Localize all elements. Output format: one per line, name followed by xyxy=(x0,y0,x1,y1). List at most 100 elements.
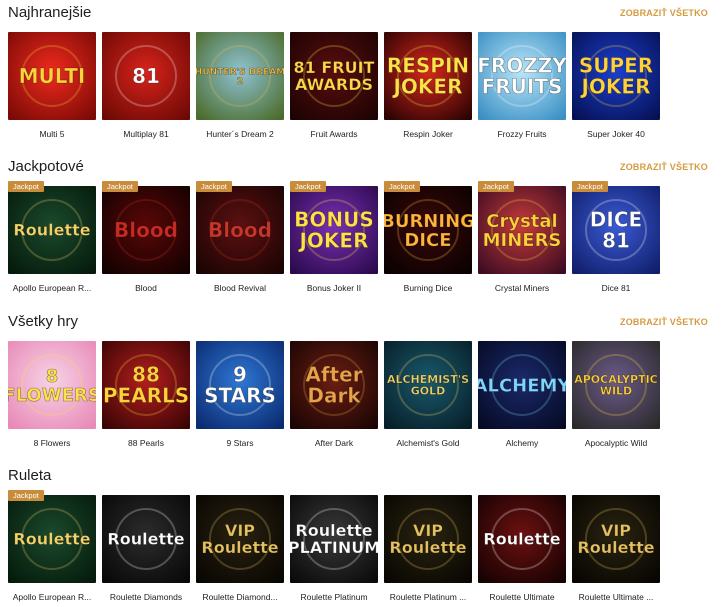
game-title[interactable]: Frozzy Fruits xyxy=(478,129,566,139)
show-all-link[interactable]: ZOBRAZIŤ VŠETKO xyxy=(620,162,708,172)
game-tile[interactable]: RESPIN JOKER Respin Joker xyxy=(384,32,472,139)
game-title[interactable]: Apollo European R... xyxy=(8,283,96,293)
game-thumbnail[interactable]: BURNING DICE xyxy=(384,186,472,274)
game-thumbnail[interactable]: 9 STARS xyxy=(196,341,284,429)
game-title[interactable]: After Dark xyxy=(290,438,378,448)
section-3: Ruleta Roulette Jackpot Apollo European R..… xyxy=(0,467,721,607)
game-tile[interactable]: ALCHEMY Alchemy xyxy=(478,341,566,448)
game-thumbnail[interactable]: VIP Roulette xyxy=(572,495,660,583)
game-title[interactable]: 8 Flowers xyxy=(8,438,96,448)
game-tile[interactable]: VIP Roulette Roulette Platinum ... xyxy=(384,495,472,602)
game-tile[interactable]: 81 FRUIT AWARDS Fruit Awards xyxy=(290,32,378,139)
game-artwork: Roulette xyxy=(8,186,96,274)
game-thumbnail[interactable]: RESPIN JOKER xyxy=(384,32,472,120)
game-title[interactable]: Crystal Miners xyxy=(478,283,566,293)
game-title[interactable]: 9 Stars xyxy=(196,438,284,448)
game-title[interactable]: Alchemist's Gold xyxy=(384,438,472,448)
game-tile[interactable]: 8 FLOWERS 8 Flowers xyxy=(8,341,96,448)
game-title[interactable]: Multi 5 xyxy=(8,129,96,139)
game-artwork: FROZZYFRUITS xyxy=(478,32,566,120)
game-thumbnail[interactable]: VIP Roulette xyxy=(196,495,284,583)
game-tile[interactable]: Roulette PLATINUM Roulette Platinum xyxy=(290,495,378,602)
game-tile[interactable]: BURNING DICE Jackpot Burning Dice xyxy=(384,181,472,293)
game-title[interactable]: Blood Revival xyxy=(196,283,284,293)
game-thumbnail[interactable]: 81 xyxy=(102,32,190,120)
game-thumbnail[interactable]: APOCALYPTIC WILD xyxy=(572,341,660,429)
game-title[interactable]: Burning Dice xyxy=(384,283,472,293)
game-tile[interactable]: MULTI Multi 5 xyxy=(8,32,96,139)
game-tile[interactable]: Roulette Jackpot Apollo European R... xyxy=(8,490,96,602)
game-thumbnail[interactable]: 8 FLOWERS xyxy=(8,341,96,429)
game-thumbnail[interactable]: ALCHEMY xyxy=(478,341,566,429)
artwork-logo-text: DICE xyxy=(404,230,451,251)
game-title[interactable]: Respin Joker xyxy=(384,129,472,139)
section-title: Najhranejšie xyxy=(8,4,92,21)
game-title[interactable]: Roulette Ultimate ... xyxy=(572,592,660,602)
game-title[interactable]: Hunter´s Dream 2 xyxy=(196,129,284,139)
game-thumbnail[interactable]: Roulette xyxy=(8,186,96,274)
game-thumbnail[interactable]: 88 PEARLS xyxy=(102,341,190,429)
game-artwork: 88PEARLS xyxy=(102,341,190,429)
game-title[interactable]: Blood xyxy=(102,283,190,293)
game-tile[interactable]: DICE 81 Jackpot Dice 81 xyxy=(572,181,660,293)
game-thumbnail[interactable]: After Dark xyxy=(290,341,378,429)
show-all-link[interactable]: ZOBRAZIŤ VŠETKO xyxy=(620,8,708,18)
game-thumbnail[interactable]: MULTI xyxy=(8,32,96,120)
game-title[interactable]: Apollo European R... xyxy=(8,592,96,602)
section-title: Ruleta xyxy=(8,467,52,484)
game-thumbnail[interactable]: Blood xyxy=(196,186,284,274)
artwork-logo-text: Blood xyxy=(114,218,178,242)
game-thumbnail[interactable]: Roulette xyxy=(478,495,566,583)
section-0: Najhranejšie ZOBRAZIŤ VŠETKO MULTI Multi 5 8… xyxy=(0,4,721,144)
game-tile[interactable]: 9 STARS 9 Stars xyxy=(196,341,284,448)
game-tile[interactable]: VIP Roulette Roulette Ultimate ... xyxy=(572,495,660,602)
game-title[interactable]: Roulette Platinum ... xyxy=(384,592,472,602)
game-title[interactable]: 88 Pearls xyxy=(102,438,190,448)
game-thumbnail[interactable]: Crystal MINERS xyxy=(478,186,566,274)
game-title[interactable]: Fruit Awards xyxy=(290,129,378,139)
game-thumbnail[interactable]: DICE 81 xyxy=(572,186,660,274)
game-tile[interactable]: FROZZY FRUITS Frozzy Fruits xyxy=(478,32,566,139)
game-thumbnail[interactable]: Blood xyxy=(102,186,190,274)
game-title[interactable]: Apocalyptic Wild xyxy=(572,438,660,448)
game-title[interactable]: Super Joker 40 xyxy=(572,129,660,139)
game-title[interactable]: Dice 81 xyxy=(572,283,660,293)
game-tile[interactable]: SUPER JOKER Super Joker 40 xyxy=(572,32,660,139)
section-title: Všetky hry xyxy=(8,313,79,330)
game-title[interactable]: Roulette Platinum xyxy=(290,592,378,602)
game-tile[interactable]: Blood Jackpot Blood xyxy=(102,181,190,293)
show-all-link[interactable]: ZOBRAZIŤ VŠETKO xyxy=(620,317,708,327)
game-title[interactable]: Roulette Diamond... xyxy=(196,592,284,602)
game-tile[interactable]: Roulette Jackpot Apollo European R... xyxy=(8,181,96,293)
game-thumbnail[interactable]: 81 FRUIT AWARDS xyxy=(290,32,378,120)
game-title[interactable]: Alchemy xyxy=(478,438,566,448)
game-thumbnail[interactable]: Roulette PLATINUM xyxy=(290,495,378,583)
game-tile[interactable]: 81 Multiplay 81 xyxy=(102,32,190,139)
game-thumbnail[interactable]: HUNTER'S DREAM 2 xyxy=(196,32,284,120)
game-tile[interactable]: APOCALYPTIC WILD Apocalyptic Wild xyxy=(572,341,660,448)
game-tile[interactable]: BONUS JOKER Jackpot Bonus Joker II xyxy=(290,181,378,293)
game-title[interactable]: Roulette Diamonds xyxy=(102,592,190,602)
game-tile[interactable]: Crystal MINERS Jackpot Crystal Miners xyxy=(478,181,566,293)
game-title[interactable]: Roulette Ultimate xyxy=(478,592,566,602)
game-tile[interactable]: Roulette Roulette Ultimate xyxy=(478,495,566,602)
game-tile[interactable]: 88 PEARLS 88 Pearls xyxy=(102,341,190,448)
game-thumbnail[interactable]: ALCHEMIST'S GOLD xyxy=(384,341,472,429)
game-tile[interactable]: Roulette Roulette Diamonds xyxy=(102,495,190,602)
game-thumbnail[interactable]: BONUS JOKER xyxy=(290,186,378,274)
game-tile[interactable]: Blood Jackpot Blood Revival xyxy=(196,181,284,293)
game-thumbnail[interactable]: Roulette xyxy=(8,495,96,583)
game-tile[interactable]: HUNTER'S DREAM 2 Hunter´s Dream 2 xyxy=(196,32,284,139)
game-tile[interactable]: After Dark After Dark xyxy=(290,341,378,448)
game-artwork: AfterDark xyxy=(290,341,378,429)
game-tile[interactable]: VIP Roulette Roulette Diamond... xyxy=(196,495,284,602)
game-thumbnail[interactable]: Roulette xyxy=(102,495,190,583)
game-thumbnail[interactable]: FROZZY FRUITS xyxy=(478,32,566,120)
jackpot-badge: Jackpot xyxy=(8,181,44,192)
game-title[interactable]: Multiplay 81 xyxy=(102,129,190,139)
game-tile[interactable]: ALCHEMIST'S GOLD Alchemist's Gold xyxy=(384,341,472,448)
game-thumbnail[interactable]: SUPER JOKER xyxy=(572,32,660,120)
game-title[interactable]: Bonus Joker II xyxy=(290,283,378,293)
game-artwork: MULTI xyxy=(8,32,96,120)
game-thumbnail[interactable]: VIP Roulette xyxy=(384,495,472,583)
